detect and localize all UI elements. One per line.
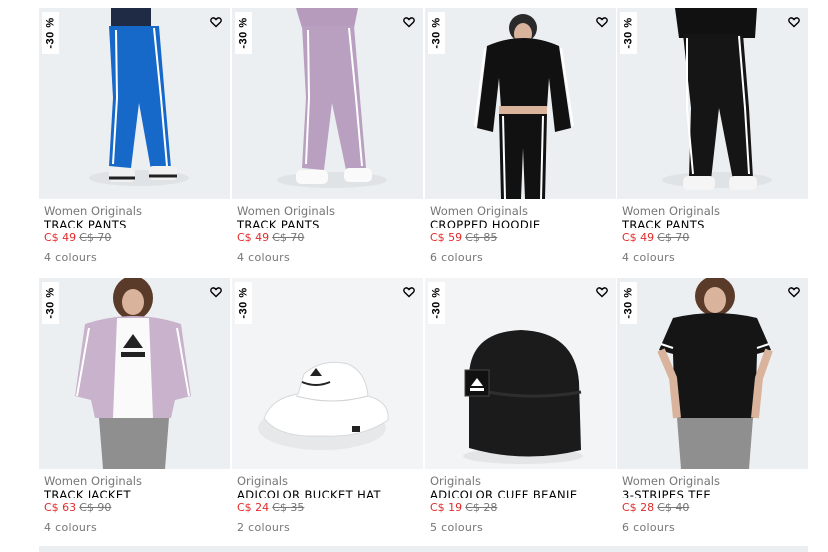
product-image[interactable]: -30 % (425, 8, 616, 199)
product-photo (617, 8, 808, 199)
product-image[interactable]: -30 % (39, 278, 230, 469)
original-price: C$ 28 (465, 501, 498, 514)
colour-count[interactable]: 4 colours (44, 521, 226, 534)
colour-count[interactable]: 4 colours (237, 251, 419, 264)
product-card[interactable]: -30 % Women Originals TRACK PANTS C$ 49 C… (232, 8, 423, 270)
heart-icon[interactable] (788, 16, 800, 28)
product-image[interactable]: -30 % (232, 278, 423, 469)
product-name[interactable]: ADICOLOR BUCKET HAT (237, 490, 419, 498)
product-name[interactable]: 3-STRIPES TEE (622, 490, 804, 498)
heart-icon[interactable] (596, 16, 608, 28)
colour-count[interactable]: 2 colours (237, 521, 419, 534)
product-name[interactable]: TRACK PANTS (622, 220, 804, 228)
product-name[interactable]: TRACK JACKET (44, 490, 226, 498)
product-card[interactable]: -30 % Women Originals TRACK JACKET C$ 63… (39, 278, 230, 540)
original-price: C$ 70 (79, 231, 112, 244)
product-info: Women Originals TRACK PANTS C$ 49 C$ 70 4… (237, 204, 419, 264)
product-name[interactable]: TRACK PANTS (44, 220, 226, 228)
product-photo (425, 8, 616, 199)
product-card[interactable]: -30 % Originals ADICOLOR CUFF BEANIE C$ … (425, 278, 616, 540)
discount-badge: -30 % (620, 282, 637, 324)
discount-badge: -30 % (428, 282, 445, 324)
product-photo (39, 278, 230, 469)
original-price: C$ 70 (657, 231, 690, 244)
product-card[interactable]: -30 % Women Originals TRACK PANTS C$ 49 C… (39, 8, 230, 270)
price-row: C$ 59 C$ 85 (430, 231, 612, 244)
price-row: C$ 49 C$ 70 (622, 231, 804, 244)
discount-badge: -30 % (42, 282, 59, 324)
original-price: C$ 35 (272, 501, 305, 514)
heart-icon[interactable] (403, 286, 415, 298)
product-card[interactable]: -30 % Women Originals TRACK PANTS C$ 49 C… (617, 8, 808, 270)
sale-price: C$ 49 (237, 231, 270, 244)
product-info: Women Originals 3-STRIPES TEE C$ 28 C$ 40… (622, 474, 804, 534)
discount-badge: -30 % (42, 12, 59, 54)
price-row: C$ 49 C$ 70 (44, 231, 226, 244)
product-photo (425, 278, 616, 469)
next-row-placeholder (39, 546, 808, 552)
product-info: Women Originals TRACK JACKET C$ 63 C$ 90 … (44, 474, 226, 534)
colour-count[interactable]: 4 colours (622, 251, 804, 264)
price-row: C$ 28 C$ 40 (622, 501, 804, 514)
heart-icon[interactable] (210, 16, 222, 28)
heart-icon[interactable] (210, 286, 222, 298)
colour-count[interactable]: 6 colours (622, 521, 804, 534)
price-row: C$ 49 C$ 70 (237, 231, 419, 244)
product-category: Women Originals (44, 474, 142, 488)
colour-count[interactable]: 6 colours (430, 251, 612, 264)
original-price: C$ 85 (465, 231, 498, 244)
product-category: Women Originals (622, 204, 720, 218)
colour-count[interactable]: 4 colours (44, 251, 226, 264)
heart-icon[interactable] (596, 286, 608, 298)
colour-count[interactable]: 5 colours (430, 521, 612, 534)
product-category: Women Originals (237, 204, 335, 218)
product-photo (39, 8, 230, 199)
product-name[interactable]: CROPPED HOODIE (430, 220, 612, 228)
price-row: C$ 24 C$ 35 (237, 501, 419, 514)
product-image[interactable]: -30 % (617, 278, 808, 469)
product-category: Women Originals (430, 204, 528, 218)
original-price: C$ 70 (272, 231, 305, 244)
sale-price: C$ 49 (622, 231, 655, 244)
product-image[interactable]: -30 % (232, 8, 423, 199)
product-photo (617, 278, 808, 469)
heart-icon[interactable] (403, 16, 415, 28)
product-info: Women Originals CROPPED HOODIE C$ 59 C$ 8… (430, 204, 612, 264)
product-image[interactable]: -30 % (425, 278, 616, 469)
product-photo (232, 8, 423, 199)
product-category: Originals (430, 474, 481, 488)
product-category: Originals (237, 474, 288, 488)
original-price: C$ 40 (657, 501, 690, 514)
discount-badge: -30 % (428, 12, 445, 54)
price-row: C$ 19 C$ 28 (430, 501, 612, 514)
sale-price: C$ 19 (430, 501, 463, 514)
sale-price: C$ 24 (237, 501, 270, 514)
product-category: Women Originals (44, 204, 142, 218)
product-card[interactable]: -30 % Originals ADICOLOR BUCKET HAT C$ 2… (232, 278, 423, 540)
product-image[interactable]: -30 % (617, 8, 808, 199)
product-info: Women Originals TRACK PANTS C$ 49 C$ 70 4… (44, 204, 226, 264)
discount-badge: -30 % (620, 12, 637, 54)
sale-price: C$ 28 (622, 501, 655, 514)
product-card[interactable]: -30 % Women Originals 3-STRIPES TEE C$ 2… (617, 278, 808, 540)
sale-price: C$ 59 (430, 231, 463, 244)
sale-price: C$ 49 (44, 231, 77, 244)
discount-badge: -30 % (235, 282, 252, 324)
product-card[interactable]: -30 % Women Originals CROPPED HOODIE C$ … (425, 8, 616, 270)
product-info: Women Originals TRACK PANTS C$ 49 C$ 70 4… (622, 204, 804, 264)
product-image[interactable]: -30 % (39, 8, 230, 199)
heart-icon[interactable] (788, 286, 800, 298)
price-row: C$ 63 C$ 90 (44, 501, 226, 514)
product-photo (232, 278, 423, 469)
product-info: Originals ADICOLOR CUFF BEANIE C$ 19 C$ 2… (430, 474, 612, 534)
product-name[interactable]: ADICOLOR CUFF BEANIE (430, 490, 612, 498)
product-name[interactable]: TRACK PANTS (237, 220, 419, 228)
product-category: Women Originals (622, 474, 720, 488)
original-price: C$ 90 (79, 501, 112, 514)
discount-badge: -30 % (235, 12, 252, 54)
product-info: Originals ADICOLOR BUCKET HAT C$ 24 C$ 35… (237, 474, 419, 534)
sale-price: C$ 63 (44, 501, 77, 514)
